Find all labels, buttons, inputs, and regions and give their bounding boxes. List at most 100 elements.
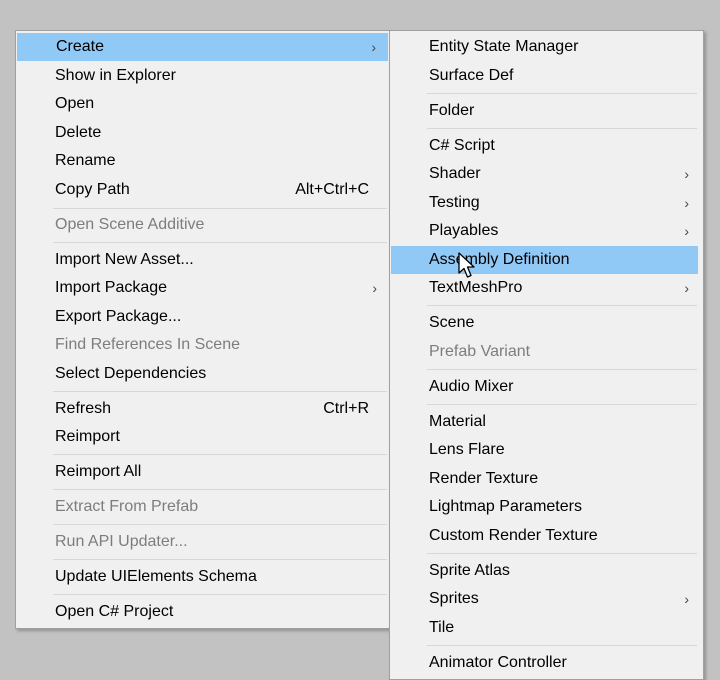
menu-item-label: Create: [56, 38, 105, 55]
menu-item-label: Open: [55, 95, 95, 112]
menu-item-label: Folder: [429, 102, 475, 119]
mouse-pointer-icon: [458, 252, 475, 278]
menu-item-label: Entity State Manager: [429, 38, 579, 55]
menu-item-reimport-all[interactable]: Reimport All: [16, 458, 389, 486]
menu-item-label: Sprites: [429, 590, 479, 607]
menu-item-label: Select Dependencies: [55, 365, 207, 382]
menu-item-import-new-asset[interactable]: Import New Asset...: [16, 246, 389, 274]
menu-separator: [53, 489, 387, 490]
menu-item-update-uielements-schema[interactable]: Update UIElements Schema: [16, 563, 389, 591]
submenu-item-sprite-atlas[interactable]: Sprite Atlas: [390, 557, 703, 585]
menu-item-label: Prefab Variant: [429, 343, 531, 360]
menu-item-label: C# Script: [429, 137, 495, 154]
menu-item-extract-from-prefab: Extract From Prefab: [16, 493, 389, 521]
submenu-item-testing[interactable]: Testing ›: [390, 189, 703, 217]
menu-item-run-api-updater: Run API Updater...: [16, 528, 389, 556]
submenu-item-audio-mixer[interactable]: Audio Mixer: [390, 373, 703, 401]
menu-item-label: Open Scene Additive: [55, 216, 205, 233]
chevron-right-icon: ›: [684, 195, 689, 211]
shortcut-label: Ctrl+R: [323, 400, 369, 417]
menu-item-label: Testing: [429, 194, 480, 211]
menu-item-refresh[interactable]: Refresh Ctrl+R: [16, 395, 389, 423]
submenu-item-csharp-script[interactable]: C# Script: [390, 132, 703, 160]
menu-item-export-package[interactable]: Export Package...: [16, 303, 389, 331]
menu-item-label: Rename: [55, 152, 116, 169]
context-menu: Create › Show in Explorer Open Delete Re…: [15, 30, 390, 629]
menu-item-label: Sprite Atlas: [429, 562, 510, 579]
menu-separator: [427, 553, 697, 554]
menu-item-label: Find References In Scene: [55, 336, 240, 353]
menu-item-delete[interactable]: Delete: [16, 119, 389, 147]
chevron-right-icon: ›: [684, 223, 689, 239]
menu-separator: [53, 559, 387, 560]
menu-item-create[interactable]: Create ›: [17, 33, 388, 61]
submenu-item-custom-render-texture[interactable]: Custom Render Texture: [390, 522, 703, 550]
submenu-item-playables[interactable]: Playables ›: [390, 217, 703, 245]
menu-item-open-scene-additive: Open Scene Additive: [16, 211, 389, 239]
submenu-item-surface-def[interactable]: Surface Def: [390, 62, 703, 90]
menu-item-find-references: Find References In Scene: [16, 331, 389, 359]
menu-separator: [427, 305, 697, 306]
submenu-item-material[interactable]: Material: [390, 408, 703, 436]
chevron-right-icon: ›: [684, 591, 689, 607]
menu-separator: [427, 369, 697, 370]
menu-item-label: Lightmap Parameters: [429, 498, 582, 515]
menu-separator: [53, 594, 387, 595]
shortcut-label: Alt+Ctrl+C: [295, 181, 369, 198]
menu-separator: [427, 128, 697, 129]
chevron-right-icon: ›: [684, 166, 689, 182]
menu-item-label: Audio Mixer: [429, 378, 514, 395]
menu-separator: [53, 391, 387, 392]
menu-item-import-package[interactable]: Import Package ›: [16, 274, 389, 302]
chevron-right-icon: ›: [372, 280, 377, 296]
menu-item-label: Shader: [429, 165, 481, 182]
chevron-right-icon: ›: [371, 39, 376, 55]
menu-item-label: Delete: [55, 124, 102, 141]
menu-item-label: Assembly Definition: [429, 251, 570, 268]
menu-item-label: Copy Path: [55, 181, 130, 198]
submenu-item-prefab-variant: Prefab Variant: [390, 338, 703, 366]
create-submenu: Entity State Manager Surface Def Folder …: [389, 30, 704, 680]
menu-separator: [53, 208, 387, 209]
menu-item-open[interactable]: Open: [16, 90, 389, 118]
menu-item-label: Animator Controller: [429, 654, 567, 671]
submenu-item-folder[interactable]: Folder: [390, 97, 703, 125]
menu-item-rename[interactable]: Rename: [16, 147, 389, 175]
menu-item-select-dependencies[interactable]: Select Dependencies: [16, 360, 389, 388]
menu-item-label: Reimport: [55, 428, 120, 445]
menu-item-label: Show in Explorer: [55, 67, 176, 84]
submenu-item-entity-state-manager[interactable]: Entity State Manager: [390, 33, 703, 61]
submenu-item-shader[interactable]: Shader ›: [390, 160, 703, 188]
submenu-item-sprites[interactable]: Sprites ›: [390, 585, 703, 613]
menu-item-open-csharp-project[interactable]: Open C# Project: [16, 598, 389, 626]
menu-item-label: Export Package...: [55, 308, 182, 325]
menu-item-label: Open C# Project: [55, 603, 174, 620]
menu-separator: [53, 242, 387, 243]
menu-item-label: Tile: [429, 619, 455, 636]
menu-separator: [427, 93, 697, 94]
menu-separator: [427, 645, 697, 646]
menu-item-label: Extract From Prefab: [55, 498, 199, 515]
submenu-item-textmeshpro[interactable]: TextMeshPro ›: [390, 274, 703, 302]
menu-item-label: Scene: [429, 314, 475, 331]
submenu-item-assembly-definition[interactable]: Assembly Definition: [391, 246, 698, 274]
menu-item-label: Refresh: [55, 400, 112, 417]
menu-item-label: Lens Flare: [429, 441, 505, 458]
submenu-item-lens-flare[interactable]: Lens Flare: [390, 436, 703, 464]
menu-item-show-in-explorer[interactable]: Show in Explorer: [16, 62, 389, 90]
submenu-item-tile[interactable]: Tile: [390, 614, 703, 642]
menu-item-label: Material: [429, 413, 486, 430]
submenu-item-scene[interactable]: Scene: [390, 309, 703, 337]
submenu-item-render-texture[interactable]: Render Texture: [390, 465, 703, 493]
menu-separator: [427, 404, 697, 405]
menu-item-copy-path[interactable]: Copy Path Alt+Ctrl+C: [16, 176, 389, 204]
menu-item-label: Import New Asset...: [55, 251, 194, 268]
menu-item-label: Import Package: [55, 279, 168, 296]
menu-item-label: Custom Render Texture: [429, 527, 598, 544]
submenu-item-lightmap-parameters[interactable]: Lightmap Parameters: [390, 493, 703, 521]
submenu-item-animator-controller[interactable]: Animator Controller: [390, 649, 703, 677]
menu-item-label: Reimport All: [55, 463, 142, 480]
menu-item-label: Run API Updater...: [55, 533, 188, 550]
menu-item-reimport[interactable]: Reimport: [16, 423, 389, 451]
menu-separator: [53, 524, 387, 525]
